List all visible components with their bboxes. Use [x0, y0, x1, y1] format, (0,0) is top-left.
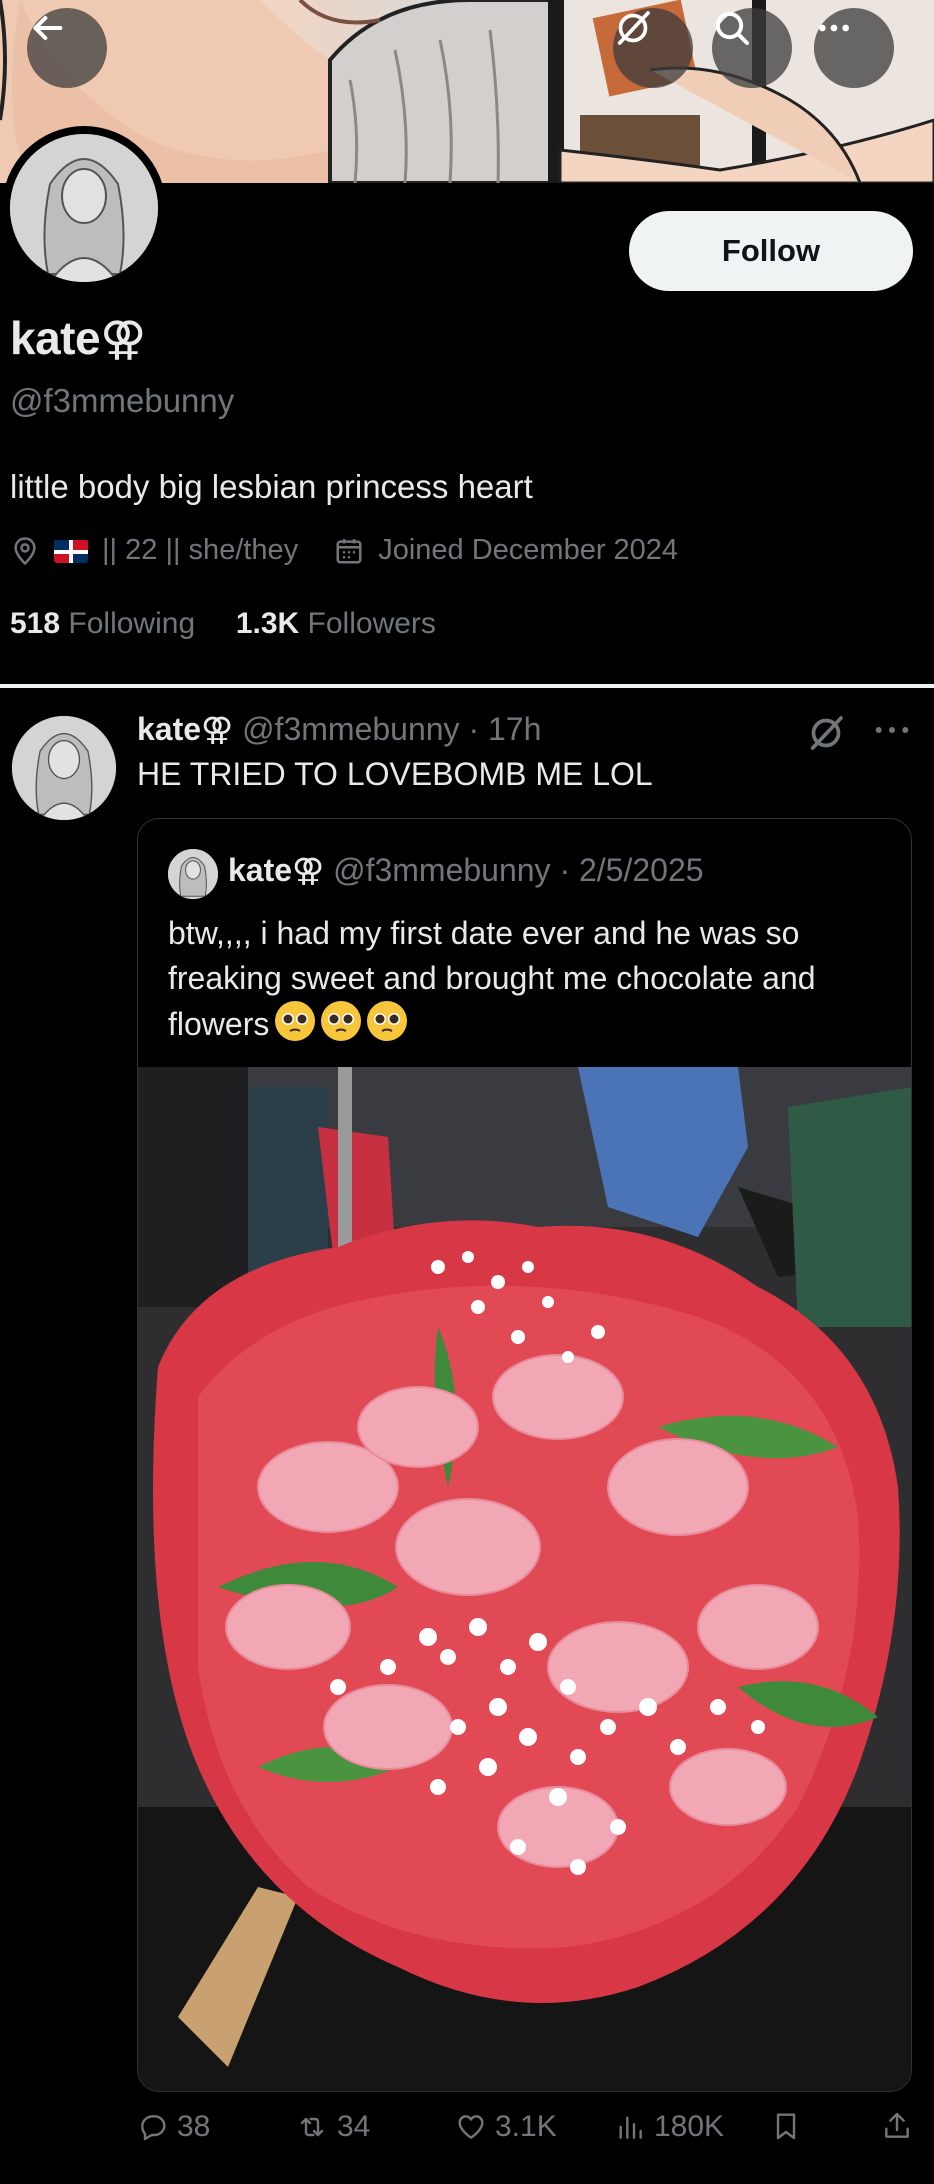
following-label: Following	[68, 607, 196, 640]
avatar-illustration	[10, 134, 158, 282]
profile-handle: @f3mmebunny	[10, 382, 235, 419]
arrow-left-icon	[33, 16, 63, 40]
joined-date: Joined December 2024	[378, 534, 679, 566]
repost-icon	[300, 2117, 324, 2137]
more-horizontal-icon	[875, 727, 909, 733]
profile-meta: || 22 || she/they Joined December 2024	[10, 534, 678, 567]
quote-author-avatar	[168, 849, 218, 899]
like-count: 3.1K	[495, 2110, 557, 2143]
bookmark-icon	[776, 2113, 796, 2140]
location-text: || 22 || she/they	[102, 534, 299, 566]
like-button[interactable]: 3.1K	[455, 2110, 557, 2144]
reply-icon	[141, 2115, 166, 2141]
quote-header: kate⚢ @f3mmebunny · 2/5/2025	[228, 851, 704, 889]
follow-button[interactable]: Follow	[629, 211, 913, 291]
profile-avatar[interactable]	[2, 126, 166, 290]
grok-icon	[617, 11, 650, 45]
more-horizontal-icon	[819, 24, 849, 32]
tweet-header: kate⚢ @f3mmebunny · 17h	[137, 710, 541, 748]
tweet-author-name[interactable]: kate⚢	[137, 711, 233, 747]
tweet-author-handle[interactable]: @f3mmebunny	[242, 711, 459, 747]
pleading-face-emoji	[321, 1001, 362, 1041]
dominican-flag-icon	[54, 539, 88, 563]
follow-counts: 518 Following 1.3K Followers	[10, 607, 436, 641]
tweet-time[interactable]: · 17h	[468, 711, 541, 747]
location-icon	[14, 536, 36, 565]
followers-label: Followers	[307, 607, 436, 640]
tweet-author-avatar[interactable]	[12, 716, 116, 820]
back-button[interactable]	[27, 8, 107, 88]
followers-count: 1.3K	[235, 607, 300, 640]
quote-author-name: kate⚢	[228, 852, 325, 888]
quote-author-handle: @f3mmebunny	[333, 852, 551, 888]
views-button[interactable]: 180K	[614, 2110, 724, 2144]
repost-count: 34	[337, 2110, 371, 2143]
profile-display-name: kate⚢	[10, 312, 146, 364]
search-icon	[715, 11, 749, 45]
followers-link[interactable]: 1.3K Followers	[236, 607, 436, 640]
views-chart-icon	[619, 2116, 642, 2139]
tweet-grok-button[interactable]	[806, 713, 846, 758]
tweet-more-button[interactable]	[872, 712, 912, 751]
following-count: 518	[10, 607, 61, 640]
tweet-action-bar: 38 34 3.1K 180K	[137, 2110, 917, 2154]
following-link[interactable]: 518 Following	[10, 607, 195, 640]
heart-icon	[458, 2115, 484, 2139]
grok-button[interactable]	[613, 8, 693, 88]
pleading-face-emoji	[275, 1001, 316, 1041]
repost-button[interactable]: 34	[295, 2110, 370, 2144]
bookmark-button[interactable]	[770, 2110, 802, 2142]
more-button[interactable]	[814, 8, 894, 88]
quote-media-image[interactable]	[138, 1067, 911, 2091]
reply-count: 38	[177, 2110, 211, 2143]
quote-tweet[interactable]: kate⚢ @f3mmebunny · 2/5/2025 btw,,,, i h…	[137, 818, 912, 2092]
share-button[interactable]	[881, 2110, 913, 2142]
profile-bio: little body big lesbian princess heart	[10, 468, 533, 505]
views-count: 180K	[654, 2110, 725, 2143]
grok-icon	[810, 716, 843, 750]
tab-divider	[0, 684, 934, 688]
search-button[interactable]	[712, 8, 792, 88]
quote-date: · 2/5/2025	[559, 852, 704, 888]
share-icon	[885, 2112, 909, 2138]
pleading-face-emoji	[367, 1001, 408, 1041]
tweet-text: HE TRIED TO LOVEBOMB ME LOL	[137, 756, 653, 792]
reply-button[interactable]: 38	[137, 2110, 210, 2144]
quote-text-body: btw,,,, i had my first date ever and he …	[168, 915, 816, 1042]
quote-text: btw,,,, i had my first date ever and he …	[168, 911, 888, 1047]
calendar-icon	[336, 538, 362, 563]
